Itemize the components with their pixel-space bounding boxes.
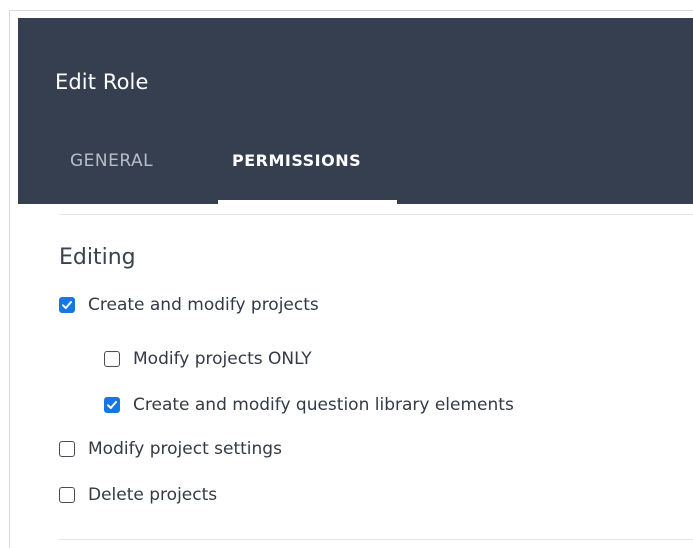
modify-projects-only-checkbox[interactable] [104, 351, 120, 367]
create-modify-projects-label: Create and modify projects [88, 295, 319, 315]
modify-project-settings-checkbox[interactable] [59, 441, 75, 457]
section-top-divider [59, 214, 693, 215]
tab-permissions[interactable]: PERMISSIONS [232, 150, 361, 172]
permission-modify-projects-only[interactable]: Modify projects ONLY [104, 347, 312, 371]
editing-section-heading: Editing [59, 245, 136, 270]
tab-general[interactable]: GENERAL [70, 150, 153, 172]
permission-create-modify-projects[interactable]: Create and modify projects [59, 293, 319, 317]
dialog-title: Edit Role [55, 70, 149, 94]
create-modify-projects-checkbox[interactable] [59, 297, 75, 313]
edit-role-dialog: Edit Role GENERAL PERMISSIONS Editing Cr… [9, 10, 693, 548]
delete-projects-checkbox[interactable] [59, 487, 75, 503]
delete-projects-label: Delete projects [88, 485, 218, 505]
section-bottom-divider [59, 539, 693, 540]
check-icon [107, 401, 117, 409]
dialog-header: Edit Role GENERAL PERMISSIONS [18, 18, 693, 204]
create-modify-question-library-checkbox[interactable] [104, 397, 120, 413]
active-tab-indicator [218, 200, 397, 204]
permission-create-modify-question-library[interactable]: Create and modify question library eleme… [104, 393, 514, 417]
check-icon [62, 301, 72, 309]
modify-projects-only-label: Modify projects ONLY [133, 349, 312, 369]
modify-project-settings-label: Modify project settings [88, 439, 282, 459]
permission-modify-project-settings[interactable]: Modify project settings [59, 437, 282, 461]
create-modify-question-library-label: Create and modify question library eleme… [133, 395, 514, 415]
permission-delete-projects[interactable]: Delete projects [59, 483, 217, 507]
